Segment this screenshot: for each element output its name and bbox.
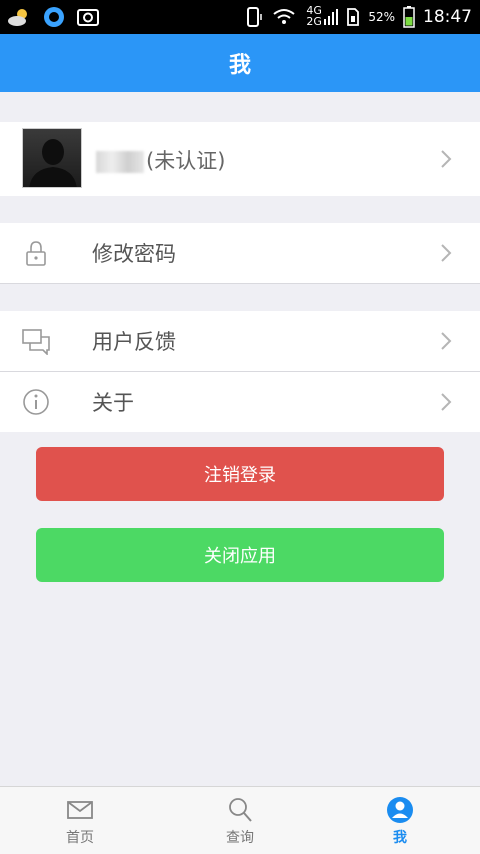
network-indicator: 4G 2G [304, 4, 339, 28]
battery-icon [403, 6, 415, 28]
search-icon [229, 798, 252, 822]
wifi-icon [273, 9, 295, 24]
menu-item-about[interactable]: 关于 [0, 372, 480, 432]
profile-name: (未认证) [96, 145, 225, 175]
menu-item-label: 用户反馈 [92, 330, 176, 354]
tab-me[interactable]: 我 [320, 787, 480, 854]
phone-vibrate-icon [247, 7, 263, 27]
page-title: 我 [228, 53, 251, 78]
signal-icon [324, 9, 339, 25]
verification-status: (未认证) [146, 149, 226, 173]
header-bar: 我 [0, 34, 480, 92]
menu-item-feedback[interactable]: 用户反馈 [0, 311, 480, 371]
tab-search[interactable]: 查询 [160, 787, 320, 854]
user-icon [387, 797, 413, 823]
app-q-icon [44, 7, 64, 27]
mail-icon [67, 801, 93, 819]
blurred-name [96, 151, 144, 173]
lock-icon [26, 241, 46, 266]
chevron-right-icon [441, 393, 452, 411]
sim-icon [347, 8, 360, 26]
tab-bar: 首页 查询 我 [0, 786, 480, 854]
avatar[interactable] [22, 128, 82, 188]
logout-button[interactable]: 注销登录 [36, 447, 444, 501]
menu-item-label: 修改密码 [92, 242, 176, 266]
weather-icon [8, 9, 27, 26]
menu-item-change-password[interactable]: 修改密码 [0, 223, 480, 283]
chat-bubbles-icon [22, 329, 50, 355]
status-bar: 4G 2G 52% 18:47 [0, 0, 480, 34]
chevron-right-icon [441, 332, 452, 350]
tab-home[interactable]: 首页 [0, 787, 160, 854]
network-2g-label: 2G [306, 15, 322, 28]
battery-percent: 52% [368, 10, 395, 24]
clock: 18:47 [423, 7, 472, 27]
info-icon [23, 389, 49, 415]
menu-item-label: 关于 [92, 391, 134, 415]
tab-label: 首页 [66, 830, 94, 846]
chevron-right-icon [441, 150, 452, 168]
divider [0, 283, 480, 284]
tab-label: 查询 [226, 830, 254, 846]
screenshot-icon [77, 9, 99, 26]
close-app-button[interactable]: 关闭应用 [36, 528, 444, 582]
chevron-right-icon [441, 244, 452, 262]
tab-label: 我 [393, 830, 407, 846]
avatar-silhouette-icon [29, 139, 77, 187]
